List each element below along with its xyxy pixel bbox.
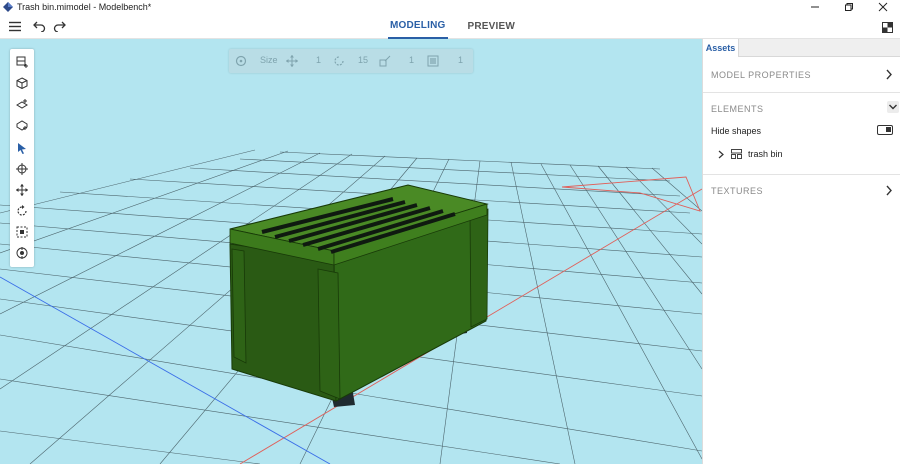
minimize-button[interactable] bbox=[798, 0, 832, 14]
undo-icon[interactable] bbox=[33, 21, 46, 32]
rotate-snap-value[interactable]: 15 bbox=[358, 55, 368, 65]
pivot-tool[interactable] bbox=[14, 161, 30, 177]
scale-tool[interactable] bbox=[14, 224, 30, 240]
transform-tool[interactable] bbox=[14, 245, 30, 261]
move-snap-value[interactable]: 1 bbox=[316, 55, 321, 65]
window-titlebar: Trash bin.mimodel - Modelbench* bbox=[0, 0, 900, 14]
chevron-right-icon bbox=[886, 69, 892, 80]
hamburger-menu-icon[interactable] bbox=[9, 21, 21, 32]
textures-label: TEXTURES bbox=[711, 186, 764, 196]
rotate-tool[interactable] bbox=[14, 203, 30, 219]
add-cube-icon bbox=[16, 77, 28, 89]
chevron-down-icon bbox=[889, 104, 897, 110]
size-label: Size bbox=[260, 55, 278, 65]
move-tool[interactable] bbox=[14, 182, 30, 198]
rotate-snap-icon bbox=[334, 56, 344, 66]
tab-assets[interactable]: Assets bbox=[703, 39, 739, 57]
textures-section[interactable]: TEXTURES bbox=[711, 185, 893, 196]
scale-snap-icon bbox=[379, 55, 391, 67]
tool-palette bbox=[10, 49, 34, 267]
app-logo-icon bbox=[3, 2, 13, 12]
elements-section-header[interactable]: ELEMENTS bbox=[711, 101, 899, 114]
add-shape-tool[interactable] bbox=[14, 75, 30, 91]
element-group-icon bbox=[731, 149, 742, 159]
assets-panel: Assets MODEL PROPERTIES ELEMENTS Hide sh… bbox=[702, 39, 900, 464]
transform-toolbar: Size 1 15 1 1 bbox=[229, 49, 473, 73]
add-part-tool[interactable] bbox=[14, 54, 30, 70]
select-tool[interactable] bbox=[14, 140, 30, 156]
restore-button[interactable] bbox=[832, 0, 866, 14]
scale-icon bbox=[16, 226, 28, 238]
add-surface-icon bbox=[16, 120, 28, 131]
model-properties-section[interactable]: MODEL PROPERTIES bbox=[711, 69, 893, 80]
snap-grid-icon bbox=[427, 55, 439, 67]
add-surface-tool[interactable] bbox=[14, 117, 30, 133]
expand-chevron-icon[interactable] bbox=[717, 150, 725, 159]
add-plane-tool[interactable] bbox=[14, 96, 30, 112]
close-button[interactable] bbox=[866, 0, 900, 14]
add-plane-icon bbox=[16, 99, 28, 109]
tab-preview[interactable]: PREVIEW bbox=[466, 14, 518, 39]
trash-bin-model[interactable] bbox=[229, 184, 489, 407]
elements-collapse-button[interactable] bbox=[887, 101, 899, 113]
view-tabs: MODELING PREVIEW bbox=[388, 14, 535, 39]
rotate-icon bbox=[17, 205, 27, 216]
close-icon bbox=[878, 2, 888, 12]
chevron-right-icon bbox=[886, 185, 892, 196]
toggle-knob bbox=[886, 127, 891, 132]
restore-icon bbox=[845, 3, 853, 11]
pointer-icon bbox=[18, 143, 26, 154]
transform-icon bbox=[16, 247, 28, 259]
3d-viewport[interactable]: Size 1 15 1 1 bbox=[0, 39, 702, 464]
panel-layout-icon[interactable] bbox=[882, 22, 893, 33]
tree-item-label: trash bin bbox=[748, 149, 783, 159]
panel-tabs: Assets bbox=[703, 39, 900, 57]
move-grid-icon bbox=[286, 55, 298, 67]
redo-icon[interactable] bbox=[53, 21, 66, 32]
window-title: Trash bin.mimodel - Modelbench* bbox=[17, 2, 152, 12]
divider bbox=[703, 174, 900, 175]
minimize-icon bbox=[811, 6, 819, 8]
snap-value[interactable]: 1 bbox=[458, 55, 463, 65]
model-properties-label: MODEL PROPERTIES bbox=[711, 70, 812, 80]
elements-label: ELEMENTS bbox=[711, 104, 764, 114]
add-part-icon bbox=[16, 56, 28, 68]
scene-canvas[interactable] bbox=[0, 39, 702, 464]
divider bbox=[703, 92, 900, 93]
pivot-tool-icon bbox=[16, 163, 28, 175]
hide-shapes-label: Hide shapes bbox=[711, 126, 762, 136]
scale-snap-value[interactable]: 1 bbox=[409, 55, 414, 65]
window-controls bbox=[798, 0, 900, 14]
pivot-icon[interactable] bbox=[235, 55, 247, 67]
tree-item-trash-bin[interactable]: trash bin bbox=[717, 149, 783, 159]
menu-bar: MODELING PREVIEW bbox=[0, 14, 900, 39]
view-gizmo-outline bbox=[561, 176, 701, 212]
tab-modeling[interactable]: MODELING bbox=[388, 14, 448, 39]
move-icon bbox=[16, 184, 28, 196]
hide-shapes-toggle[interactable] bbox=[877, 125, 893, 135]
